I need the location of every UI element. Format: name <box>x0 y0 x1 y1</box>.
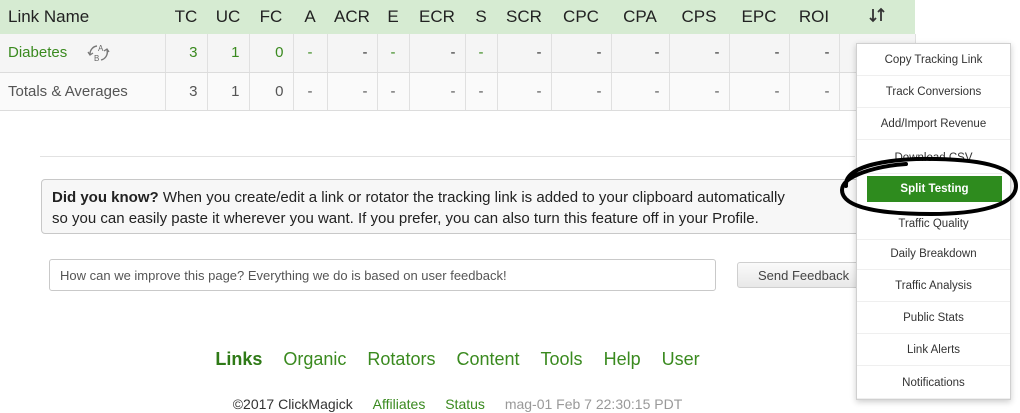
split-test-icon[interactable]: A B <box>85 42 115 64</box>
did-you-know-label: Did you know? <box>52 189 159 206</box>
totals-label: Totals & Averages <box>0 72 166 111</box>
ecr-cell: - <box>409 72 466 111</box>
sort-icon[interactable] <box>868 7 886 23</box>
menu-item-public-stats[interactable]: Public Stats <box>857 302 1010 334</box>
footer-nav: Links Organic Rotators Content Tools Hel… <box>0 349 915 370</box>
col-header-s[interactable]: S <box>465 0 497 34</box>
menu-item-traffic-analysis[interactable]: Traffic Analysis <box>857 270 1010 302</box>
scr-cell: - <box>497 72 552 111</box>
menu-item-link-alerts[interactable]: Link Alerts <box>857 334 1010 366</box>
cpa-cell: - <box>611 72 670 111</box>
copyright: ©2017 ClickMagick <box>232 396 353 412</box>
epc-cell: - <box>729 72 790 111</box>
table-row: Totals & Averages 3 1 0 - - - - - - - - … <box>0 72 916 111</box>
send-feedback-button[interactable]: Send Feedback <box>737 262 867 288</box>
fc-cell: 0 <box>249 72 294 111</box>
server-info: mag-01 Feb 7 22:30:15 PDT <box>504 396 683 412</box>
col-header-tc[interactable]: TC <box>165 0 207 34</box>
cpa-cell: - <box>611 34 670 73</box>
tc-cell[interactable]: 3 <box>165 34 208 73</box>
footer-link-rotators[interactable]: Rotators <box>367 349 435 369</box>
e-cell: - <box>377 72 410 111</box>
feedback-input[interactable] <box>49 259 716 291</box>
s-cell[interactable]: - <box>465 34 498 73</box>
col-header-uc[interactable]: UC <box>207 0 249 34</box>
col-header-cpc[interactable]: CPC <box>551 0 611 34</box>
did-you-know-text-1: When you create/edit a link or rotator t… <box>158 189 785 206</box>
footer-link-tools[interactable]: Tools <box>541 349 583 369</box>
stats-table: Link Name TC UC FC A ACR E ECR S SCR CPC… <box>0 0 916 111</box>
epc-cell: - <box>729 34 790 73</box>
a-cell[interactable]: - <box>293 34 328 73</box>
link-actions-menu: Copy Tracking Link Track Conversions Add… <box>856 43 1011 400</box>
did-you-know-text-2: so you can easily paste it wherever you … <box>52 210 759 227</box>
col-header-ecr[interactable]: ECR <box>409 0 465 34</box>
footer-link-links[interactable]: Links <box>215 349 262 369</box>
acr-cell: - <box>327 34 378 73</box>
col-header-e[interactable]: E <box>377 0 409 34</box>
did-you-know-box: Did you know? When you create/edit a lin… <box>41 179 871 234</box>
cpc-cell: - <box>551 72 612 111</box>
link-name[interactable]: Diabetes <box>8 44 67 61</box>
menu-item-traffic-quality[interactable]: Traffic Quality <box>857 208 1010 240</box>
menu-item-track-conversions[interactable]: Track Conversions <box>857 76 1010 108</box>
table-row: Diabetes A B 3 1 0 - - - - - - - - - - - <box>0 34 916 73</box>
col-header-epc[interactable]: EPC <box>729 0 789 34</box>
uc-cell[interactable]: 1 <box>207 34 250 73</box>
roi-cell: - <box>789 72 840 111</box>
col-header-sort-icon[interactable] <box>839 0 915 34</box>
split-icon-letter-a: A <box>98 44 104 53</box>
footer-meta: ©2017 ClickMagick Affiliates Status mag-… <box>0 396 915 412</box>
menu-item-split-testing[interactable]: Split Testing <box>867 176 1002 202</box>
col-header-cps[interactable]: CPS <box>669 0 729 34</box>
split-icon-letter-b: B <box>94 54 99 63</box>
col-header-link-name[interactable]: Link Name <box>0 0 165 34</box>
cps-cell: - <box>669 72 730 111</box>
footer-link-user[interactable]: User <box>662 349 700 369</box>
ecr-cell: - <box>409 34 466 73</box>
col-header-cpa[interactable]: CPA <box>611 0 669 34</box>
col-header-fc[interactable]: FC <box>249 0 293 34</box>
fc-cell[interactable]: 0 <box>249 34 294 73</box>
menu-item-copy-tracking-link[interactable]: Copy Tracking Link <box>857 44 1010 76</box>
col-header-roi[interactable]: ROI <box>789 0 839 34</box>
a-cell: - <box>293 72 328 111</box>
s-cell: - <box>465 72 498 111</box>
footer-link-help[interactable]: Help <box>604 349 641 369</box>
cpc-cell: - <box>551 34 612 73</box>
footer-link-affiliates[interactable]: Affiliates <box>373 396 426 412</box>
e-cell[interactable]: - <box>377 34 410 73</box>
section-divider <box>40 156 855 157</box>
acr-cell: - <box>327 72 378 111</box>
col-header-scr[interactable]: SCR <box>497 0 551 34</box>
scr-cell: - <box>497 34 552 73</box>
col-header-acr[interactable]: ACR <box>327 0 377 34</box>
link-name-cell: Diabetes A B <box>0 34 166 73</box>
cps-cell: - <box>669 34 730 73</box>
menu-item-notifications[interactable]: Notifications <box>857 367 1010 399</box>
tc-cell: 3 <box>165 72 208 111</box>
menu-item-daily-breakdown[interactable]: Daily Breakdown <box>857 238 1010 270</box>
menu-item-download-csv[interactable]: Download CSV <box>857 142 1010 174</box>
roi-cell: - <box>789 34 840 73</box>
did-you-know-line-1: Did you know? When you create/edit a lin… <box>52 187 860 208</box>
menu-item-add-import-revenue[interactable]: Add/Import Revenue <box>857 108 1010 140</box>
table-header-row: Link Name TC UC FC A ACR E ECR S SCR CPC… <box>0 0 915 34</box>
footer-link-status[interactable]: Status <box>445 396 485 412</box>
footer-link-organic[interactable]: Organic <box>283 349 346 369</box>
footer-link-content[interactable]: Content <box>456 349 519 369</box>
col-header-a[interactable]: A <box>293 0 327 34</box>
uc-cell: 1 <box>207 72 250 111</box>
